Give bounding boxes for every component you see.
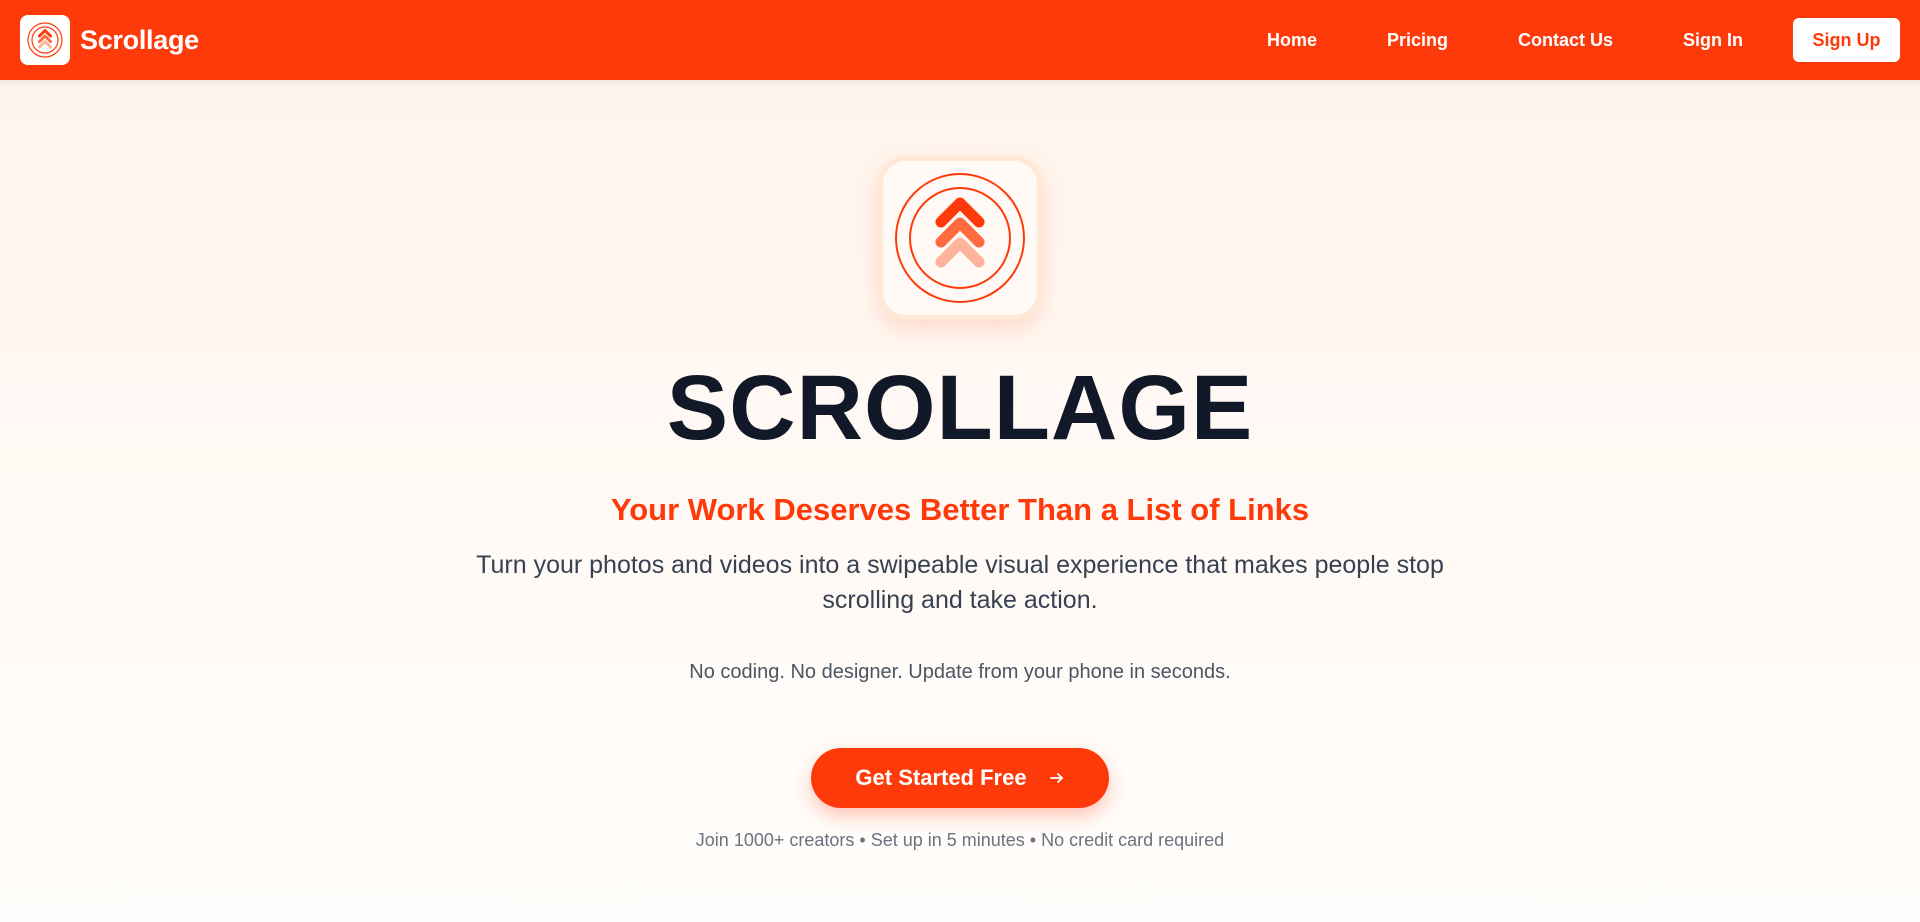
hero-logo-icon [878, 156, 1042, 320]
brand-home-link[interactable]: Scrollage [20, 15, 199, 65]
scrollage-logo-icon [20, 15, 70, 65]
main-nav: Home Pricing Contact Us Sign In Sign Up [1267, 18, 1900, 62]
landing-page: Scrollage Home Pricing Contact Us Sign I… [0, 0, 1920, 922]
arrow-right-icon [1049, 770, 1065, 786]
top-navbar: Scrollage Home Pricing Contact Us Sign I… [0, 0, 1920, 80]
nav-contact-link[interactable]: Contact Us [1518, 30, 1613, 51]
trust-line: Join 1000+ creators • Set up in 5 minute… [695, 830, 1225, 850]
hero-section: SCROLLAGE Your Work Deserves Better Than… [0, 80, 1920, 922]
hero-description: Turn your photos and videos into a swipe… [476, 551, 1444, 614]
hero-title: SCROLLAGE [666, 357, 1254, 459]
get-started-button[interactable]: Get Started Free [811, 748, 1109, 808]
nav-home-link[interactable]: Home [1267, 30, 1317, 51]
nav-sign-in-link[interactable]: Sign In [1683, 30, 1743, 51]
nav-pricing-link[interactable]: Pricing [1387, 30, 1448, 51]
hero-tagline: Your Work Deserves Better Than a List of… [610, 492, 1310, 527]
get-started-label: Get Started Free [855, 765, 1027, 790]
sign-up-button[interactable]: Sign Up [1793, 18, 1900, 62]
hero-note: No coding. No designer. Update from your… [689, 661, 1231, 683]
brand-name: Scrollage [80, 24, 199, 55]
